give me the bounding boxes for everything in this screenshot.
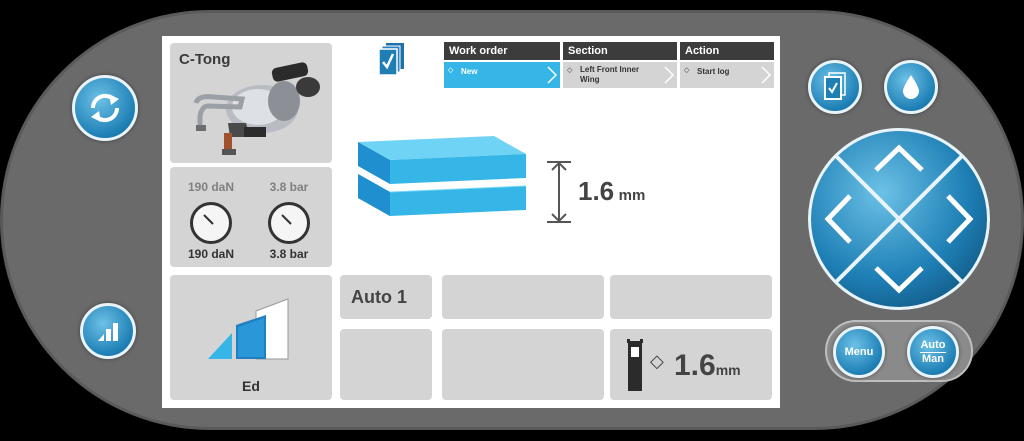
document-check-icon[interactable] [378, 42, 406, 81]
mode-tile[interactable]: Auto 1 [340, 275, 432, 319]
refresh-button[interactable] [72, 75, 138, 141]
pressure-setpoint: 3.8 bar [269, 180, 309, 194]
display-screen: C-Tong 190 daN 3.8 bar 190 daN 3.8 bar E… [162, 36, 780, 408]
up-down-icon: ◇ [448, 67, 454, 74]
statistics-button[interactable] [80, 303, 136, 359]
sheet-thickness-unit: mm [618, 187, 646, 204]
empty-tile-2 [610, 275, 772, 319]
auto-label: Auto [920, 339, 946, 353]
sheet-thickness-value: 1.6 [578, 176, 615, 206]
header-section: Section [563, 42, 677, 60]
electrode-up-down-icon[interactable]: ◇ [650, 351, 664, 372]
pressure-actual: 3.8 bar [269, 247, 309, 261]
pressure-dial [268, 202, 310, 244]
direction-pad [808, 128, 990, 310]
ed-tile[interactable]: Ed [170, 275, 332, 400]
electrode-tile[interactable]: ◇ 1.6mm [610, 329, 772, 400]
electrode-thickness: 1.6mm [674, 349, 741, 383]
chevron-right-icon [547, 66, 558, 84]
sheet-stack-illustration [358, 136, 527, 216]
man-label: Man [922, 353, 944, 365]
section-value: Left Front Inner Wing [580, 65, 640, 84]
menu-button-label: Menu [844, 346, 874, 358]
tool-tile[interactable]: C-Tong [170, 43, 332, 163]
ed-label: Ed [242, 378, 260, 394]
force-setpoint: 190 daN [187, 180, 235, 194]
cooling-button[interactable] [884, 60, 938, 114]
refresh-icon [90, 93, 120, 123]
ed-chart-icon [208, 298, 289, 360]
drop-icon [903, 75, 919, 99]
work-order-value: New [461, 67, 478, 76]
action-value: Start log [697, 67, 730, 76]
document-button[interactable] [808, 60, 862, 114]
electrode-icon [627, 339, 643, 391]
sheet-thickness: 1.6 mm [578, 176, 645, 207]
thickness-arrow-icon [547, 161, 571, 223]
up-down-icon: ◇ [684, 67, 690, 74]
empty-tile-3 [340, 329, 432, 400]
empty-tile-1 [442, 275, 604, 319]
header-work-order: Work order [444, 42, 560, 60]
up-down-icon: ◇ [567, 67, 573, 74]
chevron-right-icon [761, 66, 772, 84]
force-actual: 190 daN [187, 247, 235, 261]
electrode-value: 1.6 [674, 349, 716, 382]
menu-button[interactable]: Menu [833, 326, 885, 378]
empty-tile-4 [442, 329, 604, 400]
auto-man-button[interactable]: Auto Man [907, 326, 959, 378]
action-cell[interactable]: ◇ Start log [680, 62, 774, 88]
section-cell[interactable]: ◇ Left Front Inner Wing [563, 62, 677, 88]
mode-label: Auto 1 [351, 287, 407, 307]
force-dial [190, 202, 232, 244]
bar-chart-icon [98, 323, 118, 341]
chevron-right-icon [664, 66, 675, 84]
work-order-cell[interactable]: ◇ New [444, 62, 560, 88]
welding-gun-image [193, 62, 320, 155]
pressure-tile[interactable]: 190 daN 3.8 bar 190 daN 3.8 bar [170, 167, 332, 267]
electrode-unit: mm [715, 362, 741, 378]
header-action: Action [680, 42, 774, 60]
document-check-icon [824, 72, 846, 100]
